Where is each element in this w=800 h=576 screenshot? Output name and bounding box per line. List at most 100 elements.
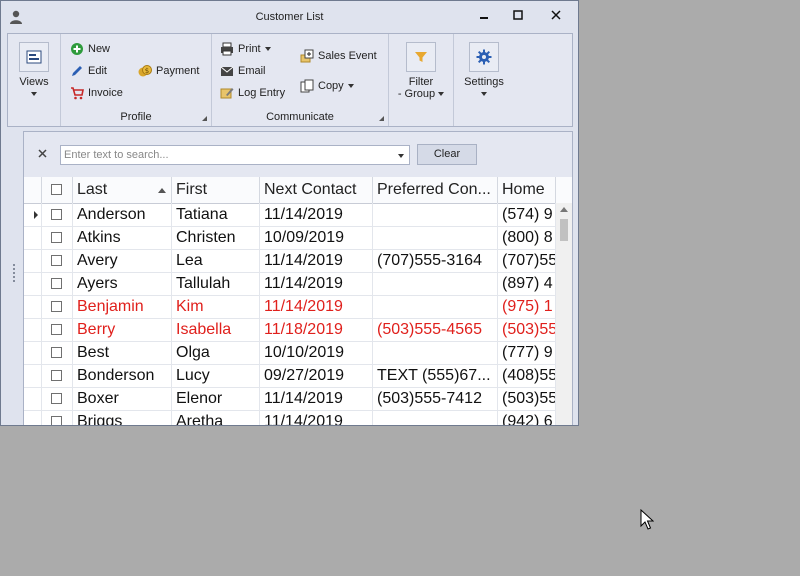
cell-first[interactable]: Christen xyxy=(172,226,260,249)
column-header-next-contact[interactable]: Next Contact xyxy=(260,177,373,203)
cell-home[interactable]: (574) 9 xyxy=(498,203,556,226)
cell-last[interactable]: Anderson xyxy=(73,203,172,226)
row-checkbox[interactable] xyxy=(51,416,62,425)
column-header-preferred-contact[interactable]: Preferred Con... xyxy=(373,177,498,203)
search-input[interactable]: Enter text to search... xyxy=(60,145,410,165)
cell-home[interactable]: (503)55 xyxy=(498,318,556,341)
cell-last[interactable]: Bonderson xyxy=(73,364,172,387)
cell-preferred-contact[interactable] xyxy=(373,341,498,364)
table-row[interactable]: Ayers Tallulah 11/14/2019 (897) 4 xyxy=(24,272,556,296)
copy-button[interactable]: Copy xyxy=(300,79,354,93)
row-checkbox[interactable] xyxy=(51,393,62,404)
row-checkbox[interactable] xyxy=(51,255,62,266)
cell-next-contact[interactable]: 10/10/2019 xyxy=(260,341,373,364)
cell-next-contact[interactable]: 11/18/2019 xyxy=(260,318,373,341)
chevron-down-icon[interactable] xyxy=(398,154,404,158)
cell-home[interactable]: (503)55 xyxy=(498,387,556,410)
table-row[interactable]: Avery Lea 11/14/2019 (707)555-3164 (707)55 xyxy=(24,249,556,273)
log-entry-button[interactable]: Log Entry xyxy=(220,86,285,100)
sales-event-button[interactable]: Sales Event xyxy=(300,49,377,63)
email-button[interactable]: Email xyxy=(220,64,266,78)
close-button[interactable] xyxy=(545,7,567,25)
row-checkbox[interactable] xyxy=(51,370,62,381)
cell-preferred-contact[interactable] xyxy=(373,203,498,226)
cell-preferred-contact[interactable]: (503)555-4565 xyxy=(373,318,498,341)
views-button[interactable]: Views xyxy=(17,42,51,100)
payment-button[interactable]: $ Payment xyxy=(138,64,199,78)
column-header-last[interactable]: Last xyxy=(73,177,172,203)
cell-next-contact[interactable]: 11/14/2019 xyxy=(260,387,373,410)
cell-first[interactable]: Lea xyxy=(172,249,260,272)
cell-first[interactable]: Isabella xyxy=(172,318,260,341)
title-bar[interactable]: Customer List xyxy=(1,1,578,33)
cell-next-contact[interactable]: 11/14/2019 xyxy=(260,203,373,226)
splitter-grip[interactable] xyxy=(12,263,16,283)
filter-group-button[interactable]: Filter - Group xyxy=(397,42,445,100)
cell-last[interactable]: Avery xyxy=(73,249,172,272)
cell-last[interactable]: Boxer xyxy=(73,387,172,410)
cell-next-contact[interactable]: 11/14/2019 xyxy=(260,249,373,272)
new-button[interactable]: New xyxy=(70,42,110,56)
row-checkbox[interactable] xyxy=(51,324,62,335)
cell-next-contact[interactable]: 11/14/2019 xyxy=(260,272,373,295)
cell-last[interactable]: Ayers xyxy=(73,272,172,295)
table-row[interactable]: Atkins Christen 10/09/2019 (800) 8 xyxy=(24,226,556,250)
scroll-thumb[interactable] xyxy=(560,219,568,241)
print-button[interactable]: Print xyxy=(220,42,271,56)
cell-first[interactable]: Lucy xyxy=(172,364,260,387)
column-header-home[interactable]: Home xyxy=(498,177,556,203)
cell-home[interactable]: (800) 8 xyxy=(498,226,556,249)
cell-first[interactable]: Olga xyxy=(172,341,260,364)
row-checkbox[interactable] xyxy=(51,232,62,243)
table-row[interactable]: Best Olga 10/10/2019 (777) 9 xyxy=(24,341,556,365)
cell-first[interactable]: Tallulah xyxy=(172,272,260,295)
row-checkbox[interactable] xyxy=(51,347,62,358)
cell-preferred-contact[interactable]: TEXT (555)67... xyxy=(373,364,498,387)
minimize-button[interactable] xyxy=(473,7,495,25)
cell-home[interactable]: (975) 1 xyxy=(498,295,556,318)
row-checkbox[interactable] xyxy=(51,301,62,312)
maximize-button[interactable] xyxy=(507,7,529,25)
invoice-button[interactable]: Invoice xyxy=(70,86,123,100)
cell-next-contact[interactable]: 09/27/2019 xyxy=(260,364,373,387)
cell-last[interactable]: Benjamin xyxy=(73,295,172,318)
cell-home[interactable]: (897) 4 xyxy=(498,272,556,295)
cell-home[interactable]: (707)55 xyxy=(498,249,556,272)
select-all-checkbox[interactable] xyxy=(51,184,62,195)
communicate-launcher-icon[interactable] xyxy=(379,116,384,121)
row-checkbox[interactable] xyxy=(51,278,62,289)
cell-first[interactable]: Tatiana xyxy=(172,203,260,226)
clear-button[interactable]: Clear xyxy=(417,144,477,165)
table-row[interactable]: Anderson Tatiana 11/14/2019 (574) 9 xyxy=(24,203,556,227)
cell-home[interactable]: (408)55 xyxy=(498,364,556,387)
profile-launcher-icon[interactable] xyxy=(202,116,207,121)
vertical-scrollbar[interactable] xyxy=(556,203,572,425)
cell-preferred-contact[interactable] xyxy=(373,295,498,318)
cell-home[interactable]: (777) 9 xyxy=(498,341,556,364)
cell-last[interactable]: Berry xyxy=(73,318,172,341)
close-search-button[interactable] xyxy=(38,146,47,161)
settings-button[interactable]: Settings xyxy=(460,42,508,100)
cell-last[interactable]: Best xyxy=(73,341,172,364)
edit-button[interactable]: Edit xyxy=(70,64,107,78)
cell-next-contact[interactable]: 11/14/2019 xyxy=(260,410,373,425)
table-row[interactable]: Benjamin Kim 11/14/2019 (975) 1 xyxy=(24,295,556,319)
row-checkbox[interactable] xyxy=(51,209,62,220)
scroll-up-icon[interactable] xyxy=(560,207,568,212)
cell-preferred-contact[interactable] xyxy=(373,226,498,249)
cell-home[interactable]: (942) 6 xyxy=(498,410,556,425)
cell-last[interactable]: Atkins xyxy=(73,226,172,249)
table-row[interactable]: Berry Isabella 11/18/2019 (503)555-4565 (503… xyxy=(24,318,556,342)
cell-first[interactable]: Kim xyxy=(172,295,260,318)
table-row[interactable]: Boxer Elenor 11/14/2019 (503)555-7412 (503)5… xyxy=(24,387,556,411)
cell-first[interactable]: Elenor xyxy=(172,387,260,410)
cell-next-contact[interactable]: 11/14/2019 xyxy=(260,295,373,318)
cell-preferred-contact[interactable]: (503)555-7412 xyxy=(373,387,498,410)
cell-last[interactable]: Briggs xyxy=(73,410,172,425)
cell-preferred-contact[interactable]: (707)555-3164 xyxy=(373,249,498,272)
table-row[interactable]: Briggs Aretha 11/14/2019 (942) 6 xyxy=(24,410,556,425)
cell-preferred-contact[interactable] xyxy=(373,410,498,425)
cell-preferred-contact[interactable] xyxy=(373,272,498,295)
column-header-first[interactable]: First xyxy=(172,177,260,203)
table-row[interactable]: Bonderson Lucy 09/27/2019 TEXT (555)67... (4… xyxy=(24,364,556,388)
